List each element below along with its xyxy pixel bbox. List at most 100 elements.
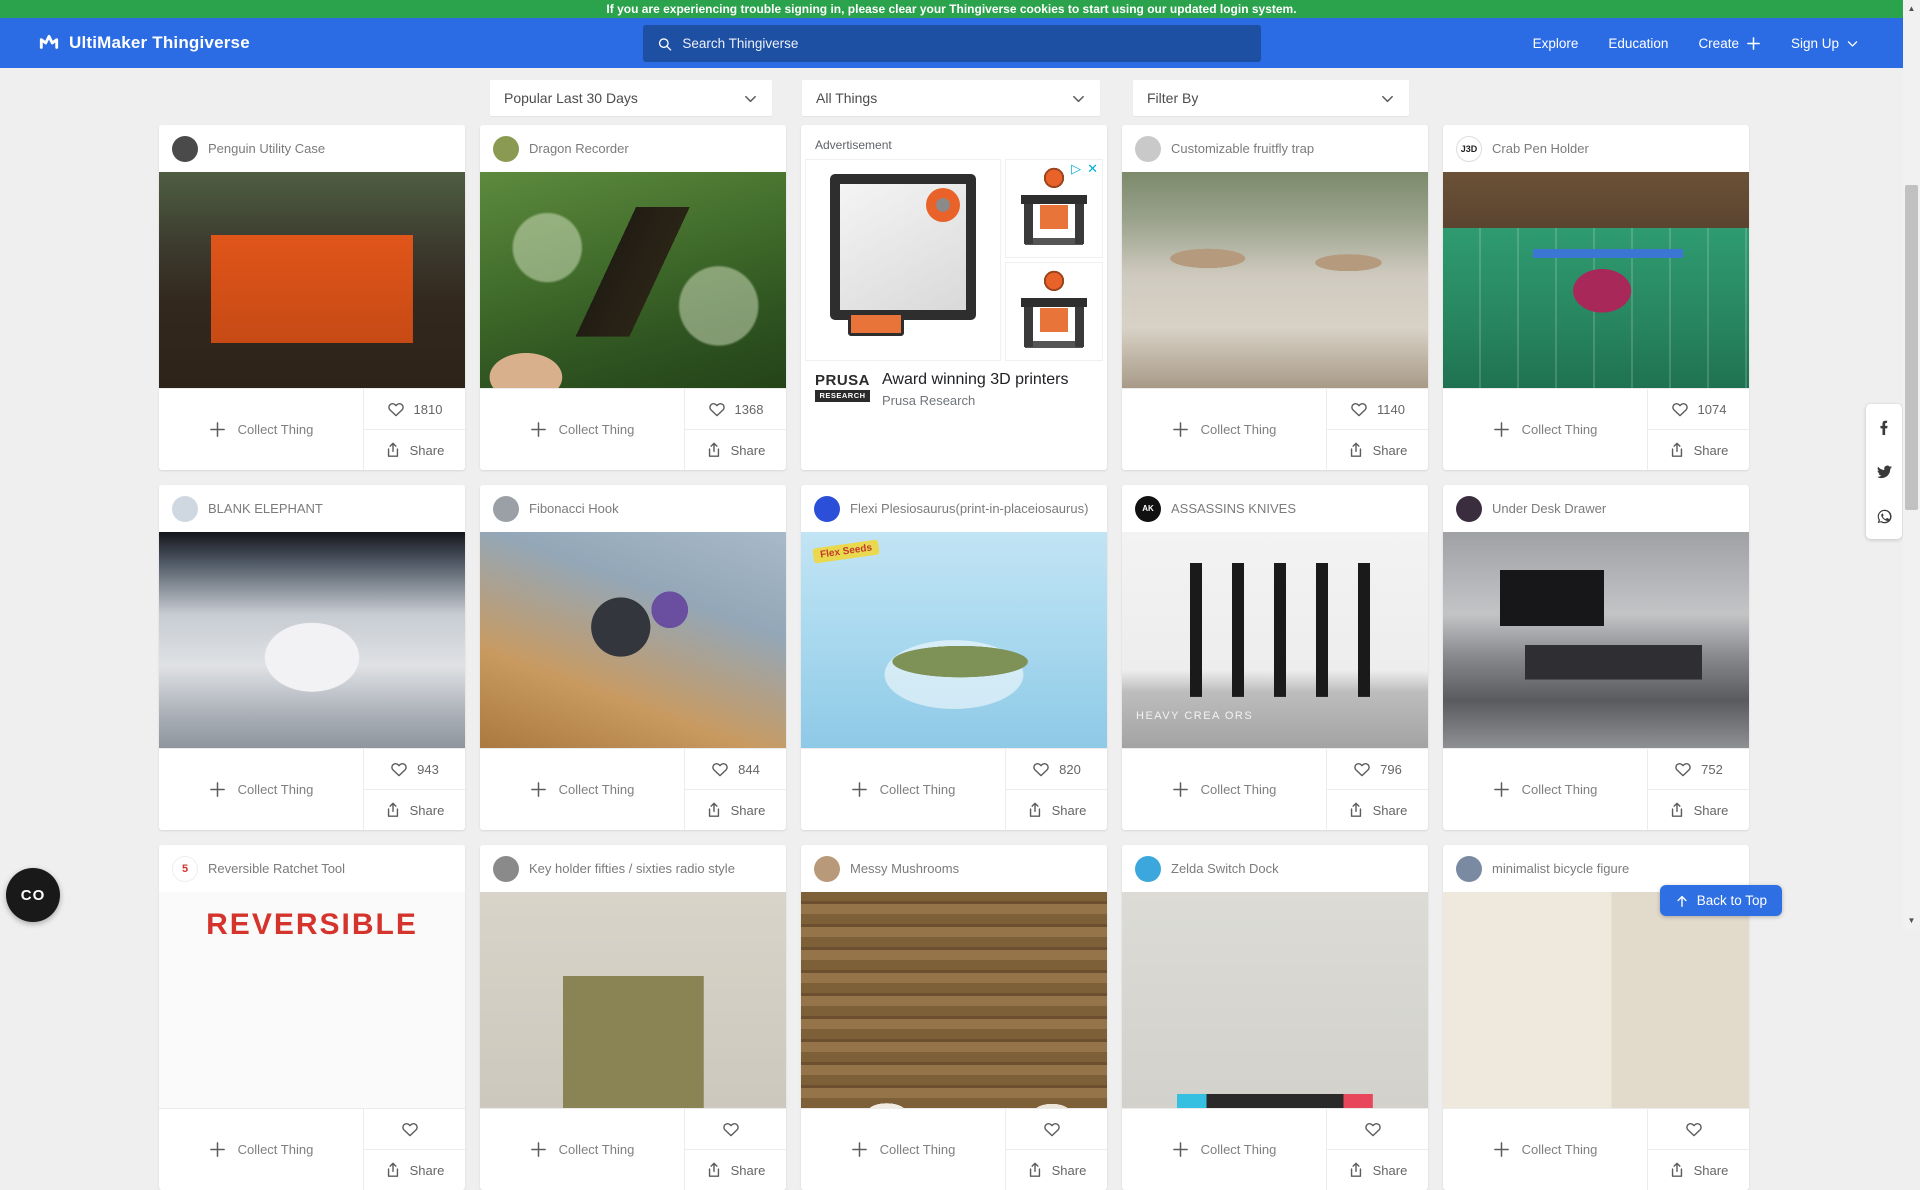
share-button[interactable]: Share <box>1006 1150 1107 1190</box>
share-button[interactable]: Share <box>1648 430 1749 470</box>
nav-sign-up[interactable]: Sign Up <box>1791 36 1859 51</box>
share-button[interactable]: Share <box>1327 1150 1428 1190</box>
share-button[interactable]: Share <box>364 430 465 470</box>
like-button[interactable]: 844 <box>685 749 786 790</box>
like-button[interactable] <box>1006 1109 1107 1150</box>
thing-title[interactable]: Dragon Recorder <box>529 141 629 156</box>
share-button[interactable]: Share <box>685 1150 786 1190</box>
collect-thing-button[interactable]: Collect Thing <box>1443 389 1648 470</box>
thing-title[interactable]: Reversible Ratchet Tool <box>208 861 345 876</box>
creator-avatar[interactable] <box>493 856 519 882</box>
thing-title[interactable]: Under Desk Drawer <box>1492 501 1606 516</box>
collect-thing-button[interactable]: Collect Thing <box>480 749 685 830</box>
cookie-consent-button[interactable]: CO <box>6 868 60 922</box>
collect-thing-button[interactable]: Collect Thing <box>480 1109 685 1190</box>
thing-thumbnail[interactable] <box>159 532 465 748</box>
collect-thing-button[interactable]: Collect Thing <box>159 1109 364 1190</box>
nav-education[interactable]: Education <box>1608 36 1668 51</box>
ad-headline[interactable]: Award winning 3D printers <box>882 371 1068 389</box>
thing-title[interactable]: BLANK ELEPHANT <box>208 501 323 516</box>
collect-thing-button[interactable]: Collect Thing <box>1122 389 1327 470</box>
creator-avatar[interactable] <box>1135 856 1161 882</box>
thing-thumbnail[interactable] <box>480 892 786 1108</box>
creator-avatar[interactable] <box>493 136 519 162</box>
whatsapp-icon[interactable] <box>1866 494 1902 539</box>
thing-thumbnail[interactable] <box>801 892 1107 1108</box>
thing-thumbnail[interactable] <box>480 172 786 388</box>
like-button[interactable]: 1810 <box>364 389 465 430</box>
thing-title[interactable]: Customizable fruitfly trap <box>1171 141 1314 156</box>
share-button[interactable]: Share <box>1327 790 1428 830</box>
creator-avatar[interactable]: J3D <box>1456 136 1482 162</box>
like-button[interactable] <box>364 1109 465 1150</box>
thing-title[interactable]: Crab Pen Holder <box>1492 141 1589 156</box>
like-button[interactable] <box>1327 1109 1428 1150</box>
thing-thumbnail[interactable]: HEAVY CREA ORS <box>1122 532 1428 748</box>
creator-avatar[interactable] <box>814 856 840 882</box>
like-button[interactable]: 1140 <box>1327 389 1428 430</box>
creator-avatar[interactable] <box>814 496 840 522</box>
thing-thumbnail[interactable] <box>1122 892 1428 1108</box>
creator-avatar[interactable] <box>172 496 198 522</box>
like-button[interactable]: 1368 <box>685 389 786 430</box>
like-button[interactable]: 752 <box>1648 749 1749 790</box>
thing-thumbnail[interactable] <box>159 172 465 388</box>
scroll-down-arrow[interactable]: ▼ <box>1903 912 1920 929</box>
like-button[interactable] <box>685 1109 786 1150</box>
creator-avatar[interactable] <box>493 496 519 522</box>
thing-thumbnail[interactable] <box>1122 172 1428 388</box>
like-button[interactable]: 1074 <box>1648 389 1749 430</box>
twitter-icon[interactable] <box>1866 449 1902 494</box>
thing-thumbnail[interactable] <box>1443 172 1749 388</box>
back-to-top-button[interactable]: Back to Top <box>1660 885 1782 916</box>
collect-thing-button[interactable]: Collect Thing <box>1122 749 1327 830</box>
category-dropdown[interactable]: All Things <box>802 80 1100 116</box>
share-button[interactable]: Share <box>1006 790 1107 830</box>
share-button[interactable]: Share <box>685 430 786 470</box>
scrollbar[interactable]: ▲ ▼ <box>1903 0 1920 929</box>
thing-title[interactable]: ASSASSINS KNIVES <box>1171 501 1296 516</box>
like-button[interactable]: 820 <box>1006 749 1107 790</box>
share-button[interactable]: Share <box>1327 430 1428 470</box>
search-input[interactable] <box>682 36 1247 51</box>
share-button[interactable]: Share <box>364 790 465 830</box>
ad-close-icon[interactable]: ✕ <box>1087 162 1098 176</box>
collect-thing-button[interactable]: Collect Thing <box>480 389 685 470</box>
ad-creative[interactable]: ▷ ✕ <box>805 159 1103 361</box>
facebook-icon[interactable] <box>1866 404 1902 449</box>
creator-avatar[interactable] <box>172 136 198 162</box>
like-button[interactable]: 943 <box>364 749 465 790</box>
collect-thing-button[interactable]: Collect Thing <box>159 749 364 830</box>
creator-avatar[interactable]: AK <box>1135 496 1161 522</box>
brand-logo[interactable]: UltiMaker Thingiverse <box>38 18 250 68</box>
scroll-up-arrow[interactable]: ▲ <box>1903 0 1920 17</box>
ad-image-main[interactable] <box>805 159 1001 361</box>
like-button[interactable] <box>1648 1109 1749 1150</box>
share-button[interactable]: Share <box>1648 1150 1749 1190</box>
share-button[interactable]: Share <box>685 790 786 830</box>
collect-thing-button[interactable]: Collect Thing <box>801 749 1006 830</box>
creator-avatar[interactable] <box>1135 136 1161 162</box>
share-button[interactable]: Share <box>364 1150 465 1190</box>
thing-thumbnail[interactable] <box>1443 532 1749 748</box>
thing-thumbnail[interactable] <box>480 532 786 748</box>
sort-dropdown[interactable]: Popular Last 30 Days <box>490 80 772 116</box>
thing-title[interactable]: Flexi Plesiosaurus(print-in-placeiosauru… <box>850 501 1088 516</box>
ad-image-bottom[interactable] <box>1005 262 1103 361</box>
thing-thumbnail[interactable]: Flex Seeds <box>801 532 1107 748</box>
adchoices-icon[interactable]: ▷ <box>1071 162 1081 176</box>
collect-thing-button[interactable]: Collect Thing <box>1443 1109 1648 1190</box>
scrollbar-thumb[interactable] <box>1905 185 1918 510</box>
nav-explore[interactable]: Explore <box>1533 36 1579 51</box>
collect-thing-button[interactable]: Collect Thing <box>1443 749 1648 830</box>
thing-title[interactable]: Fibonacci Hook <box>529 501 619 516</box>
creator-avatar[interactable]: 5 <box>172 856 198 882</box>
search-bar[interactable] <box>643 25 1261 62</box>
creator-avatar[interactable] <box>1456 496 1482 522</box>
filter-by-dropdown[interactable]: Filter By <box>1133 80 1409 116</box>
nav-create[interactable]: Create <box>1698 36 1761 51</box>
creator-avatar[interactable] <box>1456 856 1482 882</box>
thing-title[interactable]: Key holder fifties / sixties radio style <box>529 861 735 876</box>
share-button[interactable]: Share <box>1648 790 1749 830</box>
like-button[interactable]: 796 <box>1327 749 1428 790</box>
